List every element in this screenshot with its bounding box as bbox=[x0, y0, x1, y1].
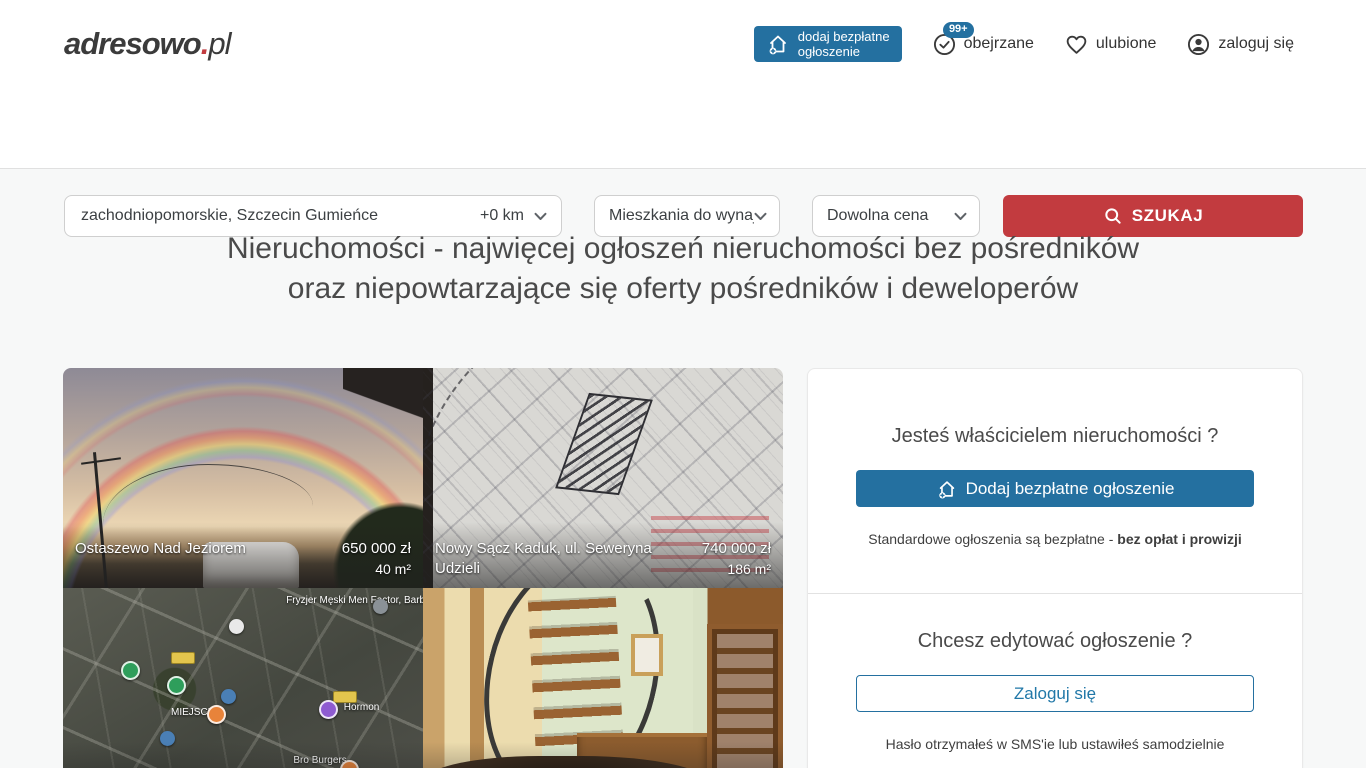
map-marker-white bbox=[229, 619, 244, 634]
map-marker-green bbox=[121, 661, 140, 680]
favorites-label: ulubione bbox=[1096, 35, 1157, 53]
map-marker-green bbox=[167, 676, 186, 695]
heart-icon bbox=[1064, 32, 1089, 57]
photo-power-line bbox=[103, 464, 313, 524]
location-value: zachodniopomorskie, Szczecin Gumieńce bbox=[81, 207, 480, 225]
sidebar-login-label: Zaloguj się bbox=[1014, 684, 1096, 704]
login-label: zaloguj się bbox=[1218, 35, 1294, 53]
listing-price-block: 740 000 zł 186 m² bbox=[702, 539, 771, 579]
listing-area: 186 m² bbox=[702, 559, 771, 579]
check-circle-icon: 99+ bbox=[932, 32, 957, 57]
chevron-down-icon bbox=[754, 212, 767, 221]
caption-shade bbox=[63, 742, 423, 768]
listing-caption: Nowy Sącz Kaduk, ul. Seweryna Udzieli 74… bbox=[423, 531, 783, 588]
sidebar-add-listing-label: Dodaj bezpłatne ogłoszenie bbox=[966, 479, 1175, 499]
owner-note-bold: bez opłat i prowizji bbox=[1117, 531, 1241, 547]
favorites-link[interactable]: ulubione bbox=[1064, 32, 1157, 57]
viewed-count-badge: 99+ bbox=[943, 22, 974, 38]
listing-title: Nowy Sącz Kaduk, ul. Seweryna Udzieli bbox=[435, 539, 702, 579]
search-button-label: SZUKAJ bbox=[1132, 206, 1204, 226]
map-road-badge bbox=[171, 652, 195, 664]
logo[interactable]: adresowo.pl bbox=[64, 26, 230, 62]
edit-section-note: Hasło otrzymałeś w SMS'ie lub ustawiłeś … bbox=[856, 736, 1254, 752]
map-marker-blue bbox=[221, 689, 236, 704]
sidebar: Jesteś właścicielem nieruchomości ? Doda… bbox=[807, 368, 1303, 768]
listing-card-szczecin[interactable]: Fryzjer Męski Men Factor, Barber Shop Ho… bbox=[63, 588, 423, 768]
owner-section-note: Standardowe ogłoszenia są bezpłatne - be… bbox=[856, 531, 1254, 547]
listing-card-bialystok[interactable]: Białystok Zielone Wzgórze 590 576 zł bbox=[423, 588, 783, 768]
category-value: Mieszkania do wynajęc bbox=[609, 207, 754, 225]
add-listing-button[interactable]: dodaj bezpłatne ogłoszenie bbox=[754, 26, 902, 62]
viewed-link[interactable]: 99+ obejrzane bbox=[932, 32, 1034, 57]
logo-text-tld: pl bbox=[208, 26, 230, 61]
owner-section: Jesteś właścicielem nieruchomości ? Doda… bbox=[808, 369, 1302, 593]
page-title-line1: Nieruchomości - najwięcej ogłoszeń nieru… bbox=[0, 229, 1366, 269]
map-marker-orange bbox=[207, 705, 226, 724]
map-marker-gray bbox=[373, 599, 388, 614]
photo-utility-pole-arm bbox=[81, 457, 121, 465]
chevron-down-icon bbox=[534, 212, 547, 221]
photo-roof-silhouette bbox=[343, 368, 423, 442]
listing-card-ostaszewo[interactable]: Ostaszewo Nad Jeziorem 650 000 zł 40 m² bbox=[63, 368, 423, 588]
listing-caption: Ostaszewo Nad Jeziorem 650 000 zł 40 m² bbox=[63, 531, 423, 588]
sidebar-login-button[interactable]: Zaloguj się bbox=[856, 675, 1254, 712]
photo-picture-frame bbox=[631, 634, 663, 676]
viewed-label: obejrzane bbox=[964, 35, 1034, 53]
radius-value[interactable]: +0 km bbox=[480, 207, 524, 225]
page-title-line2: oraz niepowtarzające się oferty pośredni… bbox=[0, 269, 1366, 309]
map-label: Fryzjer Męski Men Factor, Barber Shop bbox=[286, 595, 423, 606]
listing-collage: Ostaszewo Nad Jeziorem 650 000 zł 40 m² … bbox=[63, 368, 783, 768]
owner-section-title: Jesteś właścicielem nieruchomości ? bbox=[856, 425, 1254, 448]
listing-photo-interior bbox=[423, 588, 783, 768]
user-icon bbox=[1186, 32, 1211, 57]
header-actions: dodaj bezpłatne ogłoszenie 99+ obejrzane… bbox=[754, 0, 1294, 88]
listing-photo-satellite-map: Fryzjer Męski Men Factor, Barber Shop Ho… bbox=[63, 588, 423, 768]
edit-section-title: Chcesz edytować ogłoszenie ? bbox=[856, 630, 1254, 653]
map-road-badge bbox=[333, 691, 357, 703]
search-bar: zachodniopomorskie, Szczecin Gumieńce +0… bbox=[0, 88, 1366, 169]
listing-price-block: 650 000 zł 40 m² bbox=[342, 539, 411, 579]
listing-card-nowy-sacz[interactable]: Nowy Sącz Kaduk, ul. Seweryna Udzieli 74… bbox=[423, 368, 783, 588]
house-plus-icon bbox=[936, 478, 958, 500]
house-plus-icon bbox=[766, 32, 790, 56]
sidebar-add-listing-button[interactable]: Dodaj bezpłatne ogłoszenie bbox=[856, 470, 1254, 507]
map-label: Hormon bbox=[344, 702, 380, 713]
logo-text-main: adresowo bbox=[64, 26, 201, 61]
map-marker-purple bbox=[319, 700, 338, 719]
search-icon bbox=[1103, 206, 1123, 226]
listing-price: 650 000 zł bbox=[342, 539, 411, 559]
caption-shade bbox=[423, 742, 783, 768]
add-listing-label: dodaj bezpłatne ogłoszenie bbox=[798, 29, 890, 60]
header: adresowo.pl dodaj bezpłatne ogłoszenie bbox=[0, 0, 1366, 88]
listing-area: 40 m² bbox=[342, 559, 411, 579]
chevron-down-icon bbox=[954, 212, 967, 221]
listing-price: 740 000 zł bbox=[702, 539, 771, 559]
page-title: Nieruchomości - najwięcej ogłoszeń nieru… bbox=[0, 229, 1366, 309]
price-value: Dowolna cena bbox=[827, 207, 954, 225]
edit-section: Chcesz edytować ogłoszenie ? Zaloguj się… bbox=[808, 593, 1302, 768]
login-link[interactable]: zaloguj się bbox=[1186, 32, 1294, 57]
listing-title: Ostaszewo Nad Jeziorem bbox=[75, 539, 342, 559]
